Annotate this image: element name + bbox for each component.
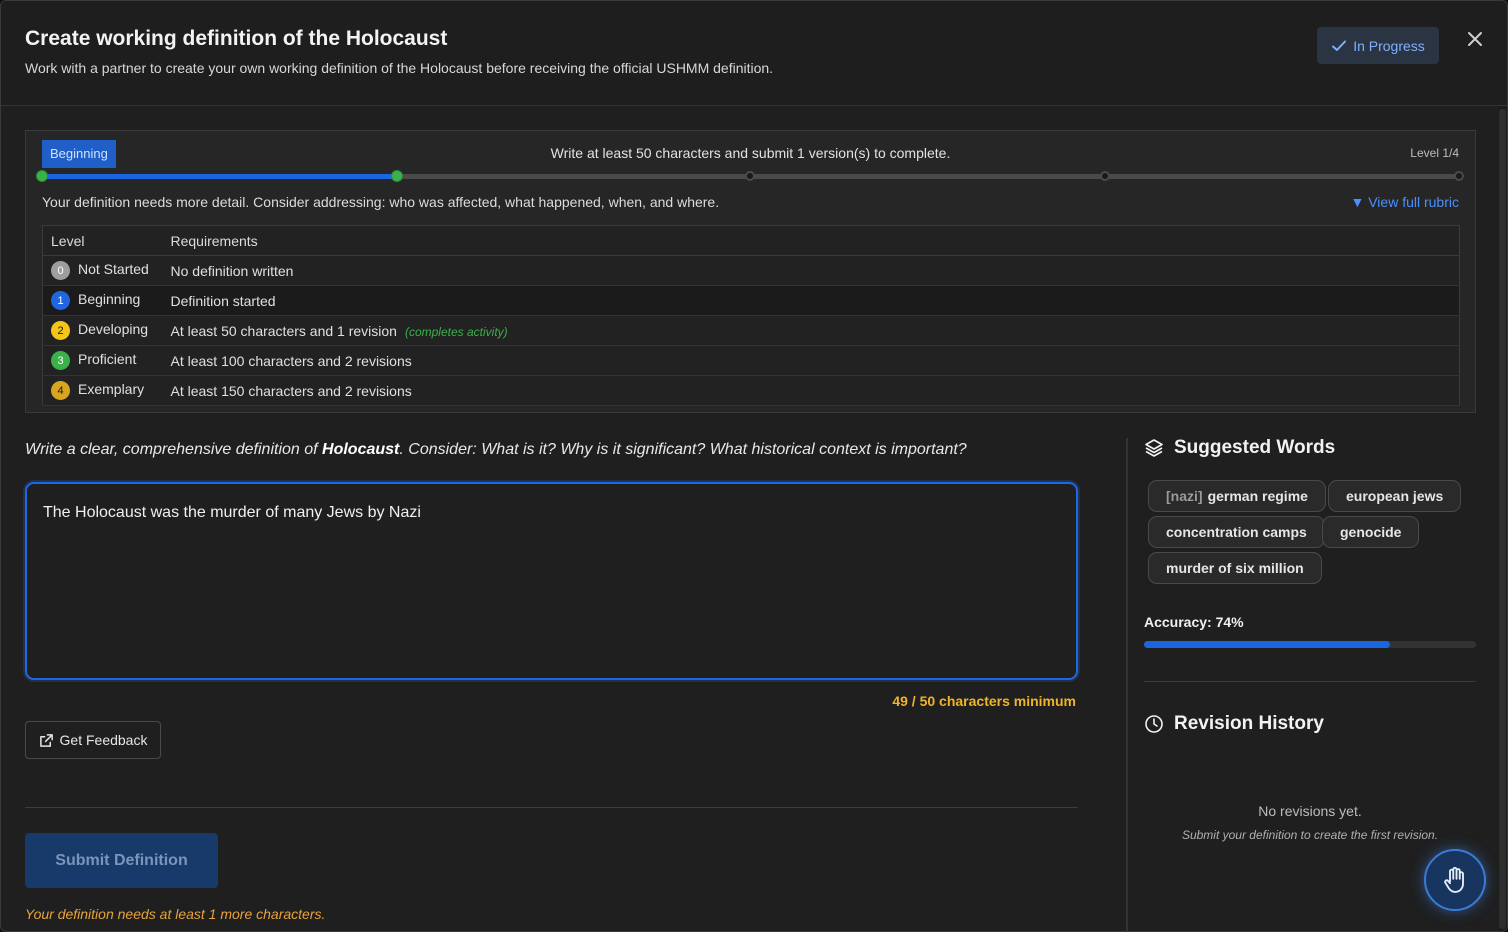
character-count: 49 / 50 characters minimum [892, 693, 1076, 709]
layers-icon [1145, 439, 1163, 457]
suggested-word-chip[interactable]: [nazi] german regime [1148, 480, 1326, 512]
get-feedback-label: Get Feedback [59, 732, 148, 748]
modal-subtitle: Work with a partner to create your own w… [25, 60, 774, 76]
rubric-level-cell: 1 Beginning [42, 285, 163, 316]
suggested-words-title: Suggested Words [1174, 437, 1336, 458]
rubric-level-cell: 4 Exemplary [42, 375, 163, 406]
activity-modal: Create working definition of the Holocau… [0, 0, 1508, 932]
level-number-badge: 3 [51, 351, 70, 370]
sidebar-divider [1126, 438, 1128, 931]
check-icon [1332, 40, 1347, 51]
progress-step-dot [745, 171, 755, 181]
prompt-term: Holocaust [322, 441, 400, 458]
rubric-row: 0 Not Started No definition written [42, 255, 1460, 286]
level-name: Beginning [78, 291, 141, 308]
chip-label: murder of six million [1166, 560, 1304, 576]
rubric-requirement-cell: At least 50 characters and 1 revision (co… [162, 315, 1460, 346]
chip-label: genocide [1340, 524, 1402, 540]
submit-definition-button[interactable]: Submit Definition [25, 833, 218, 888]
requirement-text: At least 150 characters and 2 revisions [170, 382, 412, 399]
feedback-message: Your definition needs more detail. Consi… [42, 194, 720, 210]
completion-instruction: Write at least 50 characters and submit … [550, 145, 951, 161]
progress-step-dot [1099, 171, 1110, 181]
rubric-requirement-cell: At least 150 characters and 2 revisions [162, 375, 1460, 406]
view-rubric-link[interactable]: ▼ View full rubric [1350, 194, 1459, 210]
prompt-text: Write a clear, comprehensive definition … [25, 441, 323, 458]
rubric-table: Level Requirements 0 Not Started No defini… [42, 225, 1460, 406]
hand-icon [1444, 866, 1464, 893]
no-revisions-hint: Submit your definition to create the fir… [1181, 828, 1439, 842]
level-number-badge: 1 [51, 291, 70, 310]
chip-label: german regime [1207, 488, 1308, 504]
modal-title: Create working definition of the Holocau… [25, 27, 448, 50]
get-feedback-button[interactable]: Get Feedback [25, 721, 161, 759]
sidebar-section-divider [1144, 681, 1476, 682]
requirement-text: At least 100 characters and 2 revisions [170, 352, 412, 369]
progress-fill [42, 174, 397, 179]
rubric-row: 2 Developing At least 50 characters and 1 … [42, 315, 1460, 346]
suggested-words-heading: Suggested Words [1144, 437, 1335, 459]
clock-icon [1145, 715, 1163, 733]
rubric-level-cell: 3 Proficient [42, 345, 163, 376]
level-name: Not Started [78, 261, 149, 278]
definition-textarea[interactable] [25, 482, 1078, 680]
rubric-row: 1 Beginning Definition started [42, 285, 1460, 316]
progress-step-dot [390, 170, 403, 182]
chip-hint: [nazi] [1166, 488, 1203, 504]
level-name: Developing [78, 321, 149, 338]
status-label: In Progress [1353, 37, 1425, 54]
rubric-level-cell: 2 Developing [42, 315, 163, 346]
revision-history-title: Revision History [1174, 713, 1324, 734]
progress-step-dot [36, 170, 48, 182]
external-link-icon [39, 733, 53, 747]
revision-history-heading: Revision History [1144, 713, 1324, 735]
accuracy-label: Accuracy: 74% [1144, 614, 1244, 630]
rubric-row: 4 Exemplary At least 150 characters and 2 … [42, 375, 1460, 406]
editor-divider [25, 807, 1078, 808]
close-icon [1468, 32, 1482, 46]
help-raise-hand-button[interactable] [1424, 849, 1486, 911]
modal-header: Create working definition of the Holocau… [1, 1, 1507, 106]
requirement-text: At least 50 characters and 1 revision [170, 322, 397, 339]
rubric-header-requirements: Requirements [162, 225, 1460, 256]
level-indicator: Level 1/4 [1410, 146, 1459, 160]
level-number-badge: 4 [51, 381, 70, 400]
rubric-requirement-cell: At least 100 characters and 2 revisions [162, 345, 1460, 376]
suggested-word-chip[interactable]: concentration camps [1148, 516, 1325, 548]
close-button[interactable] [1463, 27, 1487, 51]
no-revisions-text: No revisions yet. [1258, 803, 1362, 819]
chip-label: european jews [1346, 488, 1444, 504]
chip-label: concentration camps [1166, 524, 1307, 540]
completion-note: (completes activity) [404, 324, 508, 339]
rubric-requirement-cell: No definition written [162, 255, 1460, 286]
scrollbar-thumb[interactable] [1499, 109, 1506, 929]
level-name: Exemplary [78, 381, 145, 398]
level-name: Proficient [78, 351, 137, 368]
suggested-word-chip[interactable]: murder of six million [1148, 552, 1322, 584]
progress-panel: Beginning Write at least 50 characters a… [25, 130, 1476, 413]
requirement-text: Definition started [170, 292, 276, 309]
accuracy-bar-fill [1144, 641, 1390, 648]
level-number-badge: 0 [51, 261, 70, 280]
requirement-text: No definition written [170, 262, 294, 279]
progress-step-dot [1454, 171, 1464, 181]
definition-prompt: Write a clear, comprehensive definition … [25, 441, 967, 459]
suggested-word-chip[interactable]: european jews [1328, 480, 1462, 512]
suggested-word-chip[interactable]: genocide [1322, 516, 1420, 548]
rubric-requirement-cell: Definition started [162, 285, 1460, 316]
submit-warning: Your definition needs at least 1 more ch… [25, 906, 326, 922]
rubric-level-cell: 0 Not Started [42, 255, 163, 286]
status-badge: In Progress [1317, 27, 1439, 64]
prompt-text-rest: . Consider: What is it? Why is it signif… [399, 441, 967, 458]
level-number-badge: 2 [51, 321, 70, 340]
rubric-header-level: Level [42, 225, 163, 256]
rubric-row: 3 Proficient At least 100 characters and 2… [42, 345, 1460, 376]
rubric-header-row: Level Requirements [42, 225, 1460, 256]
